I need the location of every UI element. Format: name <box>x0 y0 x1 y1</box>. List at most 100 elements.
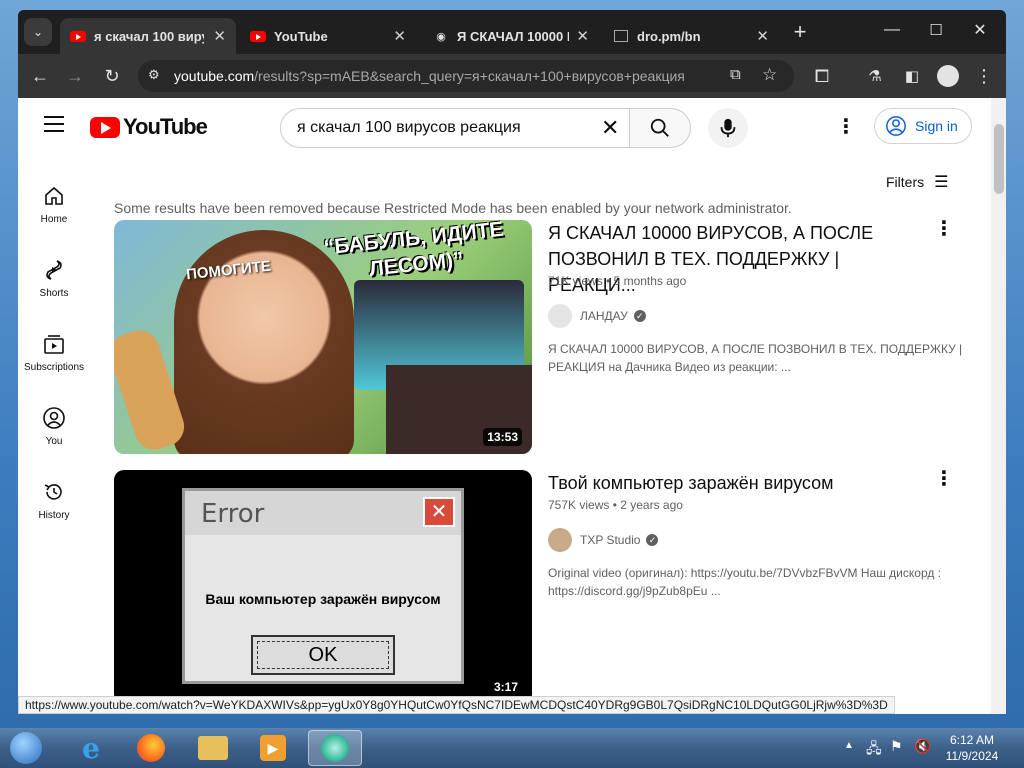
taskbar-clock[interactable]: 6:12 AM 11/9/2024 <box>944 732 1000 764</box>
clock-date: 11/9/2024 <box>945 749 999 763</box>
guide-history[interactable]: History <box>18 480 90 521</box>
video-2-meta: 757K views • 2 years ago <box>548 498 683 512</box>
folder-icon <box>198 736 228 760</box>
search-input[interactable] <box>295 118 585 138</box>
new-tab-button[interactable]: + <box>786 18 814 46</box>
video-1-duration: 13:53 <box>483 428 522 446</box>
close-icon[interactable]: ✕ <box>576 27 589 45</box>
youtube-logo-text: YouTube <box>123 114 208 139</box>
taskbar-internet-explorer[interactable]: e <box>64 730 118 766</box>
video-2-channel[interactable]: TXP Studio ✓ <box>548 528 659 552</box>
video-2-duration: 3:17 <box>489 678 522 696</box>
tab-1[interactable]: я скачал 100 вирусов ✕ <box>60 18 236 54</box>
video-1-channel[interactable]: ЛАНДАУ ✓ <box>548 304 646 328</box>
subscriptions-icon <box>44 335 64 354</box>
address-bar[interactable]: ⚙ youtube.com/results?sp=mAEB&search_que… <box>138 60 794 92</box>
install-app-icon[interactable]: ⧉ <box>730 66 741 83</box>
labs-flask-icon[interactable]: ⚗ <box>861 62 889 90</box>
close-icon[interactable]: ✕ <box>213 27 226 45</box>
internet-explorer-icon: e <box>82 731 100 765</box>
show-hidden-icons[interactable]: ▲ <box>844 740 854 751</box>
start-button[interactable] <box>2 730 50 766</box>
taskbar-media-player[interactable]: ▶ <box>246 730 300 766</box>
video-1-channel-name[interactable]: ЛАНДАУ <box>580 309 628 323</box>
forward-arrow-icon[interactable]: → <box>61 62 89 90</box>
filters-button[interactable]: Filters ☰ <box>886 172 948 192</box>
reload-icon[interactable]: ↻ <box>98 62 126 90</box>
guide-subscriptions[interactable]: Subscriptions <box>18 332 90 373</box>
guide-home[interactable]: Home <box>18 184 90 225</box>
maximize-icon[interactable]: ☐ <box>922 16 950 44</box>
sign-in-label: Sign in <box>915 118 958 134</box>
media-player-icon: ▶ <box>260 735 286 761</box>
error-ok-label: OK <box>257 641 389 669</box>
you-icon <box>43 407 65 429</box>
sign-in-button[interactable]: Sign in <box>874 108 972 144</box>
page-scrollbar[interactable] <box>991 98 1006 714</box>
action-center-flag-icon[interactable]: ⚑ <box>890 738 903 755</box>
channel-avatar[interactable] <box>548 528 572 552</box>
minimize-icon[interactable]: — <box>878 16 906 44</box>
close-icon[interactable]: ✕ <box>756 27 769 45</box>
guide-home-label: Home <box>40 214 68 225</box>
youtube-logo[interactable]: YouTube <box>90 114 208 140</box>
guide-you-label: You <box>45 436 63 447</box>
volume-muted-icon[interactable]: 🔇 <box>914 738 931 755</box>
thumb-caption-2: “БАБУЛЬ, ИДИТЕ ЛЕСОМ)” <box>322 220 505 281</box>
guide-shorts[interactable]: Shorts <box>18 258 90 299</box>
video-2-title[interactable]: Твой компьютер заражён вирусом <box>548 470 928 496</box>
error-close-icon: ✕ <box>423 497 455 527</box>
chrome-menu-icon[interactable]: ⋮ <box>970 62 998 90</box>
video-1-menu-icon[interactable]: ⋮ <box>934 216 954 240</box>
tab-3[interactable]: ◉ Я СКАЧАЛ 10000 ВИ ✕ <box>423 18 599 54</box>
close-icon[interactable]: ✕ <box>393 27 406 45</box>
taskbar-firefox[interactable] <box>124 730 178 766</box>
tab-2[interactable]: YouTube ✕ <box>240 18 416 54</box>
filters-sliders-icon: ☰ <box>934 174 949 191</box>
network-icon[interactable]: 🖧 <box>866 738 882 762</box>
search-box[interactable]: ✕ <box>280 108 630 148</box>
video-2-description: Original video (оригинал): https://youtu… <box>548 566 942 598</box>
shorts-icon <box>46 260 62 280</box>
microphone-icon <box>720 118 736 138</box>
profile-icon[interactable] <box>934 62 962 90</box>
back-arrow-icon[interactable]: ← <box>26 62 54 90</box>
video-1-meta: 71K views • 5 months ago <box>548 274 687 288</box>
tab-3-label: Я СКАЧАЛ 10000 ВИ <box>457 28 569 44</box>
url-text: youtube.com/results?sp=mAEB&search_query… <box>174 68 685 84</box>
youtube-favicon-icon <box>250 28 266 44</box>
video-2-channel-name[interactable]: TXP Studio <box>580 533 640 547</box>
clock-time: 6:12 AM <box>949 733 995 747</box>
guide-you[interactable]: You <box>18 406 90 447</box>
clear-search-icon[interactable]: ✕ <box>601 115 619 141</box>
video-1-thumbnail[interactable]: ПОМОГИТЕ “БАБУЛЬ, ИДИТЕ ЛЕСОМ)” 13:53 <box>114 220 532 454</box>
search-button[interactable] <box>629 108 691 148</box>
chrome-window: ⌄ я скачал 100 вирусов ✕ YouTube ✕ ◉ Я С… <box>18 10 1006 714</box>
guide-subscriptions-label: Subscriptions <box>23 362 85 373</box>
guide-shorts-label: Shorts <box>39 288 69 299</box>
error-dialog-illustration: Error ✕ Ваш компьютер заражён вирусом OK <box>182 488 464 684</box>
browser-toolbar: ← → ↻ ⚙ youtube.com/results?sp=mAEB&sear… <box>18 54 1006 98</box>
window-close-icon[interactable]: ✕ <box>966 16 994 44</box>
tab-search-button[interactable]: ⌄ <box>24 18 52 46</box>
video-2-menu-icon[interactable]: ⋮ <box>934 466 954 490</box>
hamburger-menu-icon[interactable] <box>44 116 64 132</box>
tab-4[interactable]: dro.pm/bn ✕ <box>603 18 779 54</box>
scrollbar-thumb[interactable] <box>994 124 1004 194</box>
channel-avatar[interactable] <box>548 304 572 328</box>
error-message: Ваш компьютер заражён вирусом <box>205 591 441 607</box>
voice-search-button[interactable] <box>708 108 748 148</box>
bookmark-star-icon[interactable]: ☆ <box>762 65 777 85</box>
side-panel-icon[interactable]: ◧ <box>898 62 926 90</box>
tab-4-label: dro.pm/bn <box>637 28 701 44</box>
error-title: Error <box>201 499 265 529</box>
site-info-icon[interactable]: ⚙ <box>148 67 160 83</box>
taskbar-chrome-active[interactable] <box>308 730 362 766</box>
youtube-page: YouTube ✕ ⋮ Sign in Filters ☰ Home Short… <box>18 98 1006 714</box>
extensions-icon[interactable]: ⧠ <box>808 62 836 90</box>
history-icon <box>44 484 62 500</box>
tab-2-label: YouTube <box>274 28 328 44</box>
settings-kebab-icon[interactable]: ⋮ <box>836 114 856 139</box>
taskbar-explorer[interactable] <box>186 730 240 766</box>
video-2-thumbnail[interactable]: Error ✕ Ваш компьютер заражён вирусом OK… <box>114 470 532 704</box>
